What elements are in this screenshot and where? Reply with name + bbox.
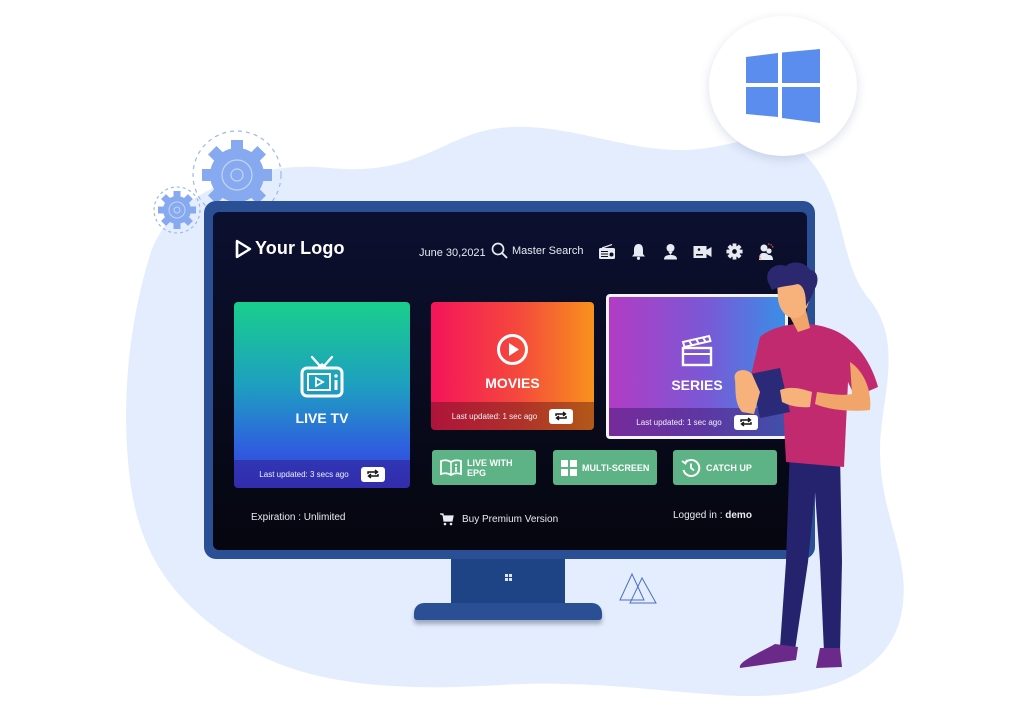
gear-large-icon xyxy=(202,140,272,210)
live-tv-tile[interactable]: LIVE TV Last updated: 3 secs ago xyxy=(234,302,410,488)
master-search-button[interactable]: Master Search xyxy=(491,242,584,259)
clapperboard-icon xyxy=(681,334,713,367)
buy-premium-label: Buy Premium Version xyxy=(462,514,559,525)
logged-in-label: Logged in : xyxy=(673,510,726,521)
bell-icon[interactable] xyxy=(629,242,648,261)
windows-small-icon xyxy=(505,574,512,581)
grid-icon xyxy=(561,459,577,476)
live-tv-footer: Last updated: 3 secs ago xyxy=(234,460,410,488)
person-illustration xyxy=(734,262,878,668)
movies-refresh-button[interactable] xyxy=(549,408,574,424)
record-camera-icon[interactable] xyxy=(693,242,712,261)
windows-badge xyxy=(709,16,857,156)
epg-label: LIVE WITH EPG xyxy=(467,458,513,478)
live-with-epg-button[interactable]: LIVE WITH EPG xyxy=(432,450,536,485)
header-icons xyxy=(597,242,776,261)
search-icon xyxy=(491,242,508,259)
monitor-stand-base xyxy=(414,603,602,620)
app-logo[interactable]: Your Logo xyxy=(235,238,345,259)
movies-tile[interactable]: MOVIES Last updated: 1 sec ago xyxy=(431,302,594,430)
multi-screen-label: MULTI-SCREEN xyxy=(582,462,650,473)
multi-screen-button[interactable]: MULTI-SCREEN xyxy=(553,450,657,485)
search-label: Master Search xyxy=(512,244,584,257)
user-icon[interactable] xyxy=(661,242,680,261)
triangles-decoration xyxy=(619,572,657,604)
epg-label-line2: EPG xyxy=(467,467,487,478)
switch-user-icon[interactable] xyxy=(757,242,776,261)
gear-small-icon xyxy=(158,191,196,229)
book-info-icon xyxy=(440,459,462,476)
play-logo-icon xyxy=(235,239,252,258)
live-tv-updated: Last updated: 3 secs ago xyxy=(259,469,349,479)
current-date: June 30,2021 xyxy=(419,247,486,259)
movies-footer: Last updated: 1 sec ago xyxy=(431,402,594,430)
app-screen: Your Logo June 30,2021 Master Search LIV… xyxy=(213,212,807,550)
play-circle-icon xyxy=(497,334,528,365)
monitor-stand-neck xyxy=(451,559,565,605)
cart-icon xyxy=(440,513,454,526)
series-updated: Last updated: 1 sec ago xyxy=(636,417,722,427)
live-tv-refresh-button[interactable] xyxy=(360,466,385,482)
live-tv-label: LIVE TV xyxy=(295,410,349,426)
movies-updated: Last updated: 1 sec ago xyxy=(451,411,538,421)
refresh-icon xyxy=(367,469,379,479)
refresh-icon xyxy=(555,411,567,421)
history-icon xyxy=(681,458,701,477)
expiration-text: Expiration : Unlimited xyxy=(251,512,346,523)
epg-label-line1: LIVE WITH xyxy=(467,457,513,468)
movies-label: MOVIES xyxy=(485,375,540,391)
radio-icon[interactable] xyxy=(597,242,616,261)
windows-logo-icon xyxy=(746,49,820,123)
tv-icon xyxy=(300,355,344,398)
buy-premium-button[interactable]: Buy Premium Version xyxy=(440,513,558,526)
gear-icon[interactable] xyxy=(725,242,744,261)
logo-text: Your Logo xyxy=(255,238,345,258)
